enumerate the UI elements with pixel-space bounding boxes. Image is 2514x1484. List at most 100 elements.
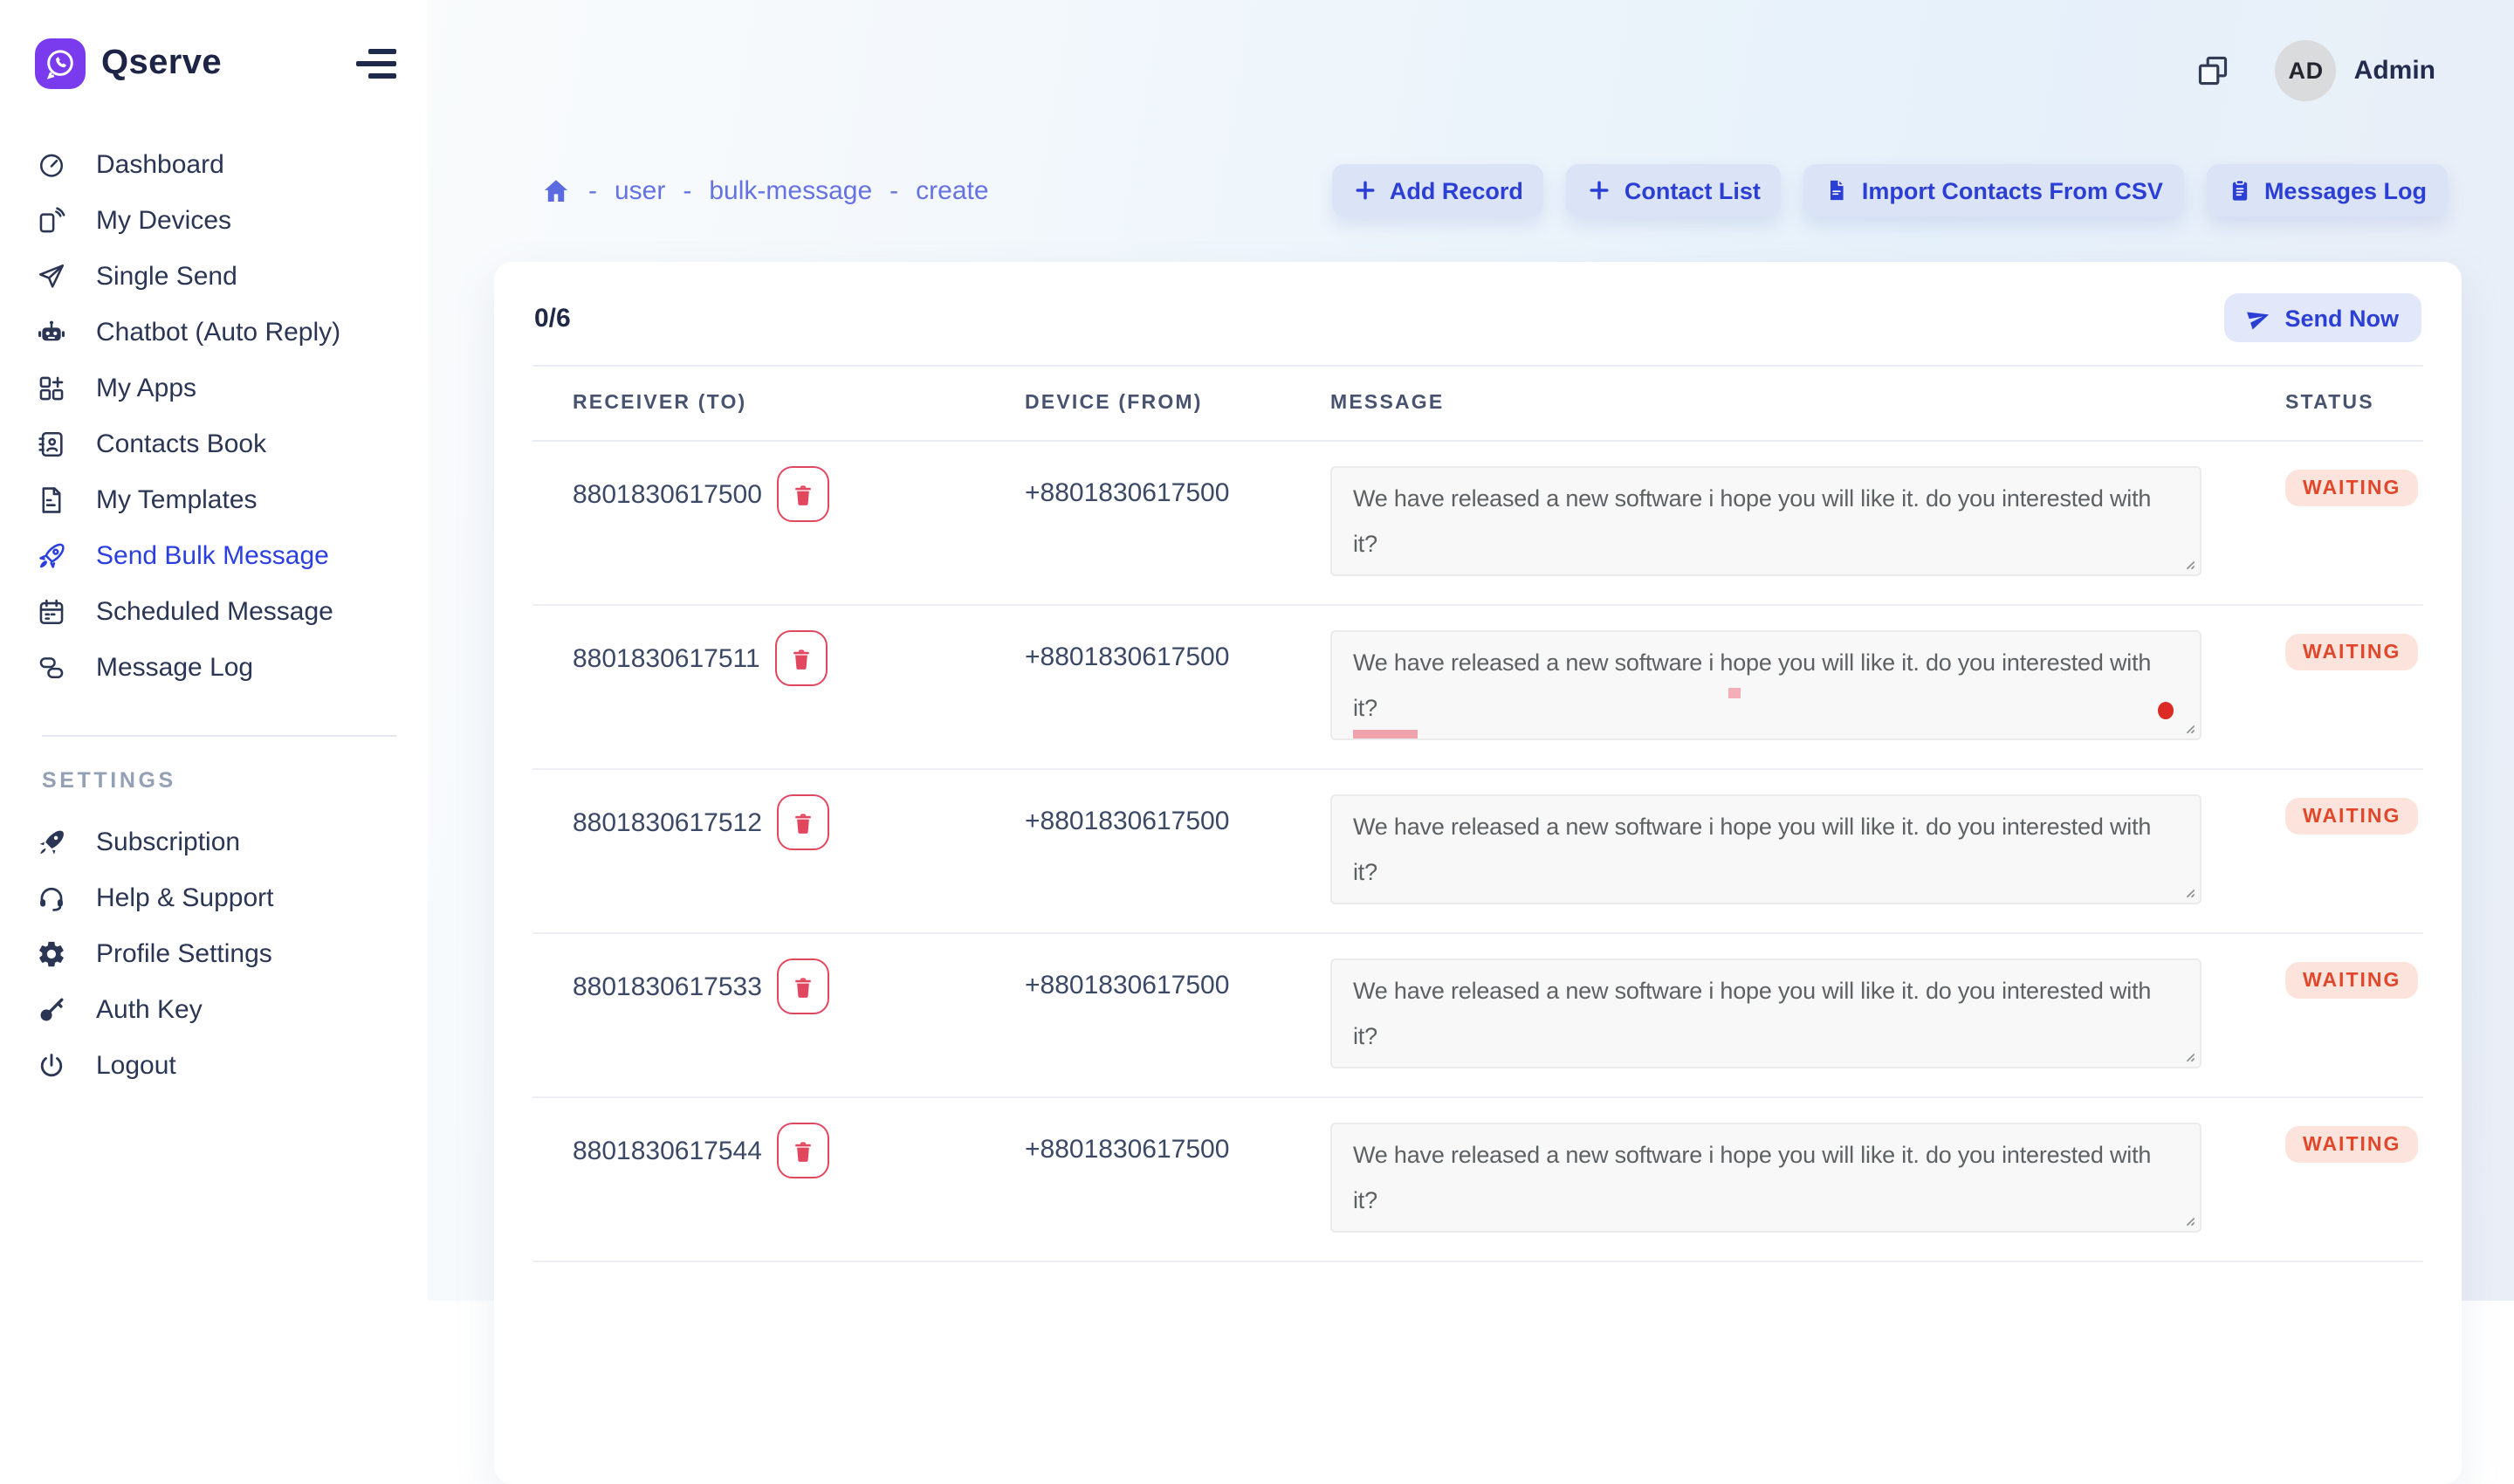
sidebar: Qserve Dashboard My Devices Single Send … xyxy=(0,0,428,1301)
headset-icon xyxy=(37,883,66,912)
status-badge: WAITING xyxy=(2285,634,2418,670)
sidebar-item-label: Dashboard xyxy=(96,149,224,179)
sidebar-item-message-log[interactable]: Message Log xyxy=(0,639,428,695)
sidebar-item-label: Help & Support xyxy=(96,883,273,912)
apps-grid-plus-icon xyxy=(37,373,66,402)
grammar-checker-dot xyxy=(2158,702,2174,719)
sidebar-toggle-button[interactable] xyxy=(356,45,396,81)
trash-icon xyxy=(792,1137,816,1164)
message-text: We have released a new software i hope y… xyxy=(1353,1142,2151,1213)
spellcheck-mark xyxy=(1728,688,1741,698)
breadcrumb-create[interactable]: create xyxy=(916,175,988,205)
card-header: 0/6 Send Now xyxy=(494,262,2462,365)
device-number: +8801830617500 xyxy=(1025,807,1229,836)
sidebar-item-my-templates[interactable]: My Templates xyxy=(0,471,428,527)
table-row: 8801830617544 +8801830617500 We have rel… xyxy=(532,1098,2423,1262)
sidebar-item-label: Subscription xyxy=(96,827,240,856)
message-textarea[interactable]: We have released a new software i hope y… xyxy=(1330,794,2201,904)
sidebar-item-single-send[interactable]: Single Send xyxy=(0,248,428,304)
device-signal-icon xyxy=(37,205,66,235)
action-button-label: Import Contacts From CSV xyxy=(1862,177,2163,203)
sidebar-item-subscription[interactable]: Subscription xyxy=(0,814,428,869)
sidebar-item-help-support[interactable]: Help & Support xyxy=(0,869,428,925)
sidebar-item-label: Profile Settings xyxy=(96,938,272,968)
delete-row-button[interactable] xyxy=(778,794,830,850)
sidebar-item-label: Single Send xyxy=(96,261,237,291)
send-icon xyxy=(2243,302,2274,333)
breadcrumb-separator: - xyxy=(683,175,691,205)
action-button-label: Messages Log xyxy=(2264,177,2427,203)
table-row: 8801830617533 +8801830617500 We have rel… xyxy=(532,934,2423,1098)
message-cell: We have released a new software i hope y… xyxy=(1330,958,2285,1068)
user-name: Admin xyxy=(2354,55,2435,85)
sidebar-item-profile-settings[interactable]: Profile Settings xyxy=(0,925,428,981)
resize-handle-icon[interactable] xyxy=(2177,880,2196,899)
calendar-icon xyxy=(37,596,66,626)
receiver-cell: 8801830617511 xyxy=(532,630,1025,686)
resize-handle-icon[interactable] xyxy=(2177,1044,2196,1063)
messages-log-button[interactable]: Messages Log xyxy=(2207,164,2448,216)
message-text: We have released a new software i hope y… xyxy=(1353,649,2151,721)
table-body: 8801830617500 +8801830617500 We have rel… xyxy=(532,442,2423,1262)
message-textarea[interactable]: We have released a new software i hope y… xyxy=(1330,958,2201,1068)
sidebar-item-logout[interactable]: Logout xyxy=(0,1037,428,1093)
receiver-number: 8801830617511 xyxy=(573,643,760,673)
delete-row-button[interactable] xyxy=(778,466,830,522)
sidebar-item-dashboard[interactable]: Dashboard xyxy=(0,136,428,192)
sidebar-item-label: My Devices xyxy=(96,205,231,235)
send-now-button[interactable]: Send Now xyxy=(2223,293,2421,342)
resize-handle-icon[interactable] xyxy=(2177,1208,2196,1227)
sidebar-item-chatbot-auto-reply[interactable]: Chatbot (Auto Reply) xyxy=(0,304,428,360)
receiver-number: 8801830617544 xyxy=(573,1136,762,1165)
sidebar-item-my-devices[interactable]: My Devices xyxy=(0,192,428,248)
rocket-icon xyxy=(37,540,66,570)
delete-row-button[interactable] xyxy=(778,1123,830,1178)
import-contacts-from-csv-button[interactable]: Import Contacts From CSV xyxy=(1804,164,2184,216)
status-cell: WAITING xyxy=(2285,466,2423,506)
resize-handle-icon[interactable] xyxy=(2177,552,2196,571)
receiver-cell: 8801830617533 xyxy=(532,958,1025,1014)
avatar[interactable]: AD xyxy=(2276,39,2337,100)
sidebar-item-scheduled-message[interactable]: Scheduled Message xyxy=(0,583,428,639)
column-header-message: MESSAGE xyxy=(1330,393,2285,414)
sidebar-divider xyxy=(42,735,396,737)
trash-icon xyxy=(792,809,816,835)
multi-window-icon[interactable] xyxy=(2195,52,2232,88)
brand-logo[interactable]: Qserve xyxy=(0,0,428,89)
sidebar-item-my-apps[interactable]: My Apps xyxy=(0,360,428,416)
status-cell: WAITING xyxy=(2285,630,2423,670)
breadcrumb-separator: - xyxy=(890,175,898,205)
message-log-icon xyxy=(37,652,66,682)
home-icon[interactable] xyxy=(541,175,571,205)
sidebar-item-label: Auth Key xyxy=(96,994,203,1024)
add-record-button[interactable]: Add Record xyxy=(1332,164,1544,216)
sidebar-item-contacts-book[interactable]: Contacts Book xyxy=(0,416,428,471)
clipboard-icon xyxy=(2228,178,2252,203)
delete-row-button[interactable] xyxy=(776,630,828,686)
delete-row-button[interactable] xyxy=(778,958,830,1014)
topbar: AD Admin xyxy=(428,0,2514,140)
sidebar-item-label: Scheduled Message xyxy=(96,596,333,626)
rocket-filled-icon xyxy=(37,827,66,856)
message-textarea[interactable]: We have released a new software i hope y… xyxy=(1330,466,2201,576)
message-textarea[interactable]: We have released a new software i hope y… xyxy=(1330,630,2201,740)
resize-handle-icon[interactable] xyxy=(2177,716,2196,735)
receiver-number: 8801830617512 xyxy=(573,807,762,837)
breadcrumb-separator: - xyxy=(588,175,597,205)
breadcrumb-user[interactable]: user xyxy=(615,175,665,205)
contacts-book-icon xyxy=(37,429,66,458)
message-textarea[interactable]: We have released a new software i hope y… xyxy=(1330,1123,2201,1233)
gear-icon xyxy=(37,938,66,968)
file-csv-icon xyxy=(1825,178,1850,203)
device-cell: +8801830617500 xyxy=(1025,630,1330,672)
action-button-label: Contact List xyxy=(1624,177,1761,203)
status-badge: WAITING xyxy=(2285,1126,2418,1163)
sidebar-item-auth-key[interactable]: Auth Key xyxy=(0,981,428,1037)
sidebar-item-label: Send Bulk Message xyxy=(96,540,329,570)
breadcrumb-bulk-message[interactable]: bulk-message xyxy=(709,175,872,205)
receiver-cell: 8801830617544 xyxy=(532,1123,1025,1178)
status-badge: WAITING xyxy=(2285,470,2418,506)
contact-list-button[interactable]: Contact List xyxy=(1567,164,1782,216)
sidebar-item-send-bulk-message[interactable]: Send Bulk Message xyxy=(0,527,428,583)
device-number: +8801830617500 xyxy=(1025,642,1229,672)
